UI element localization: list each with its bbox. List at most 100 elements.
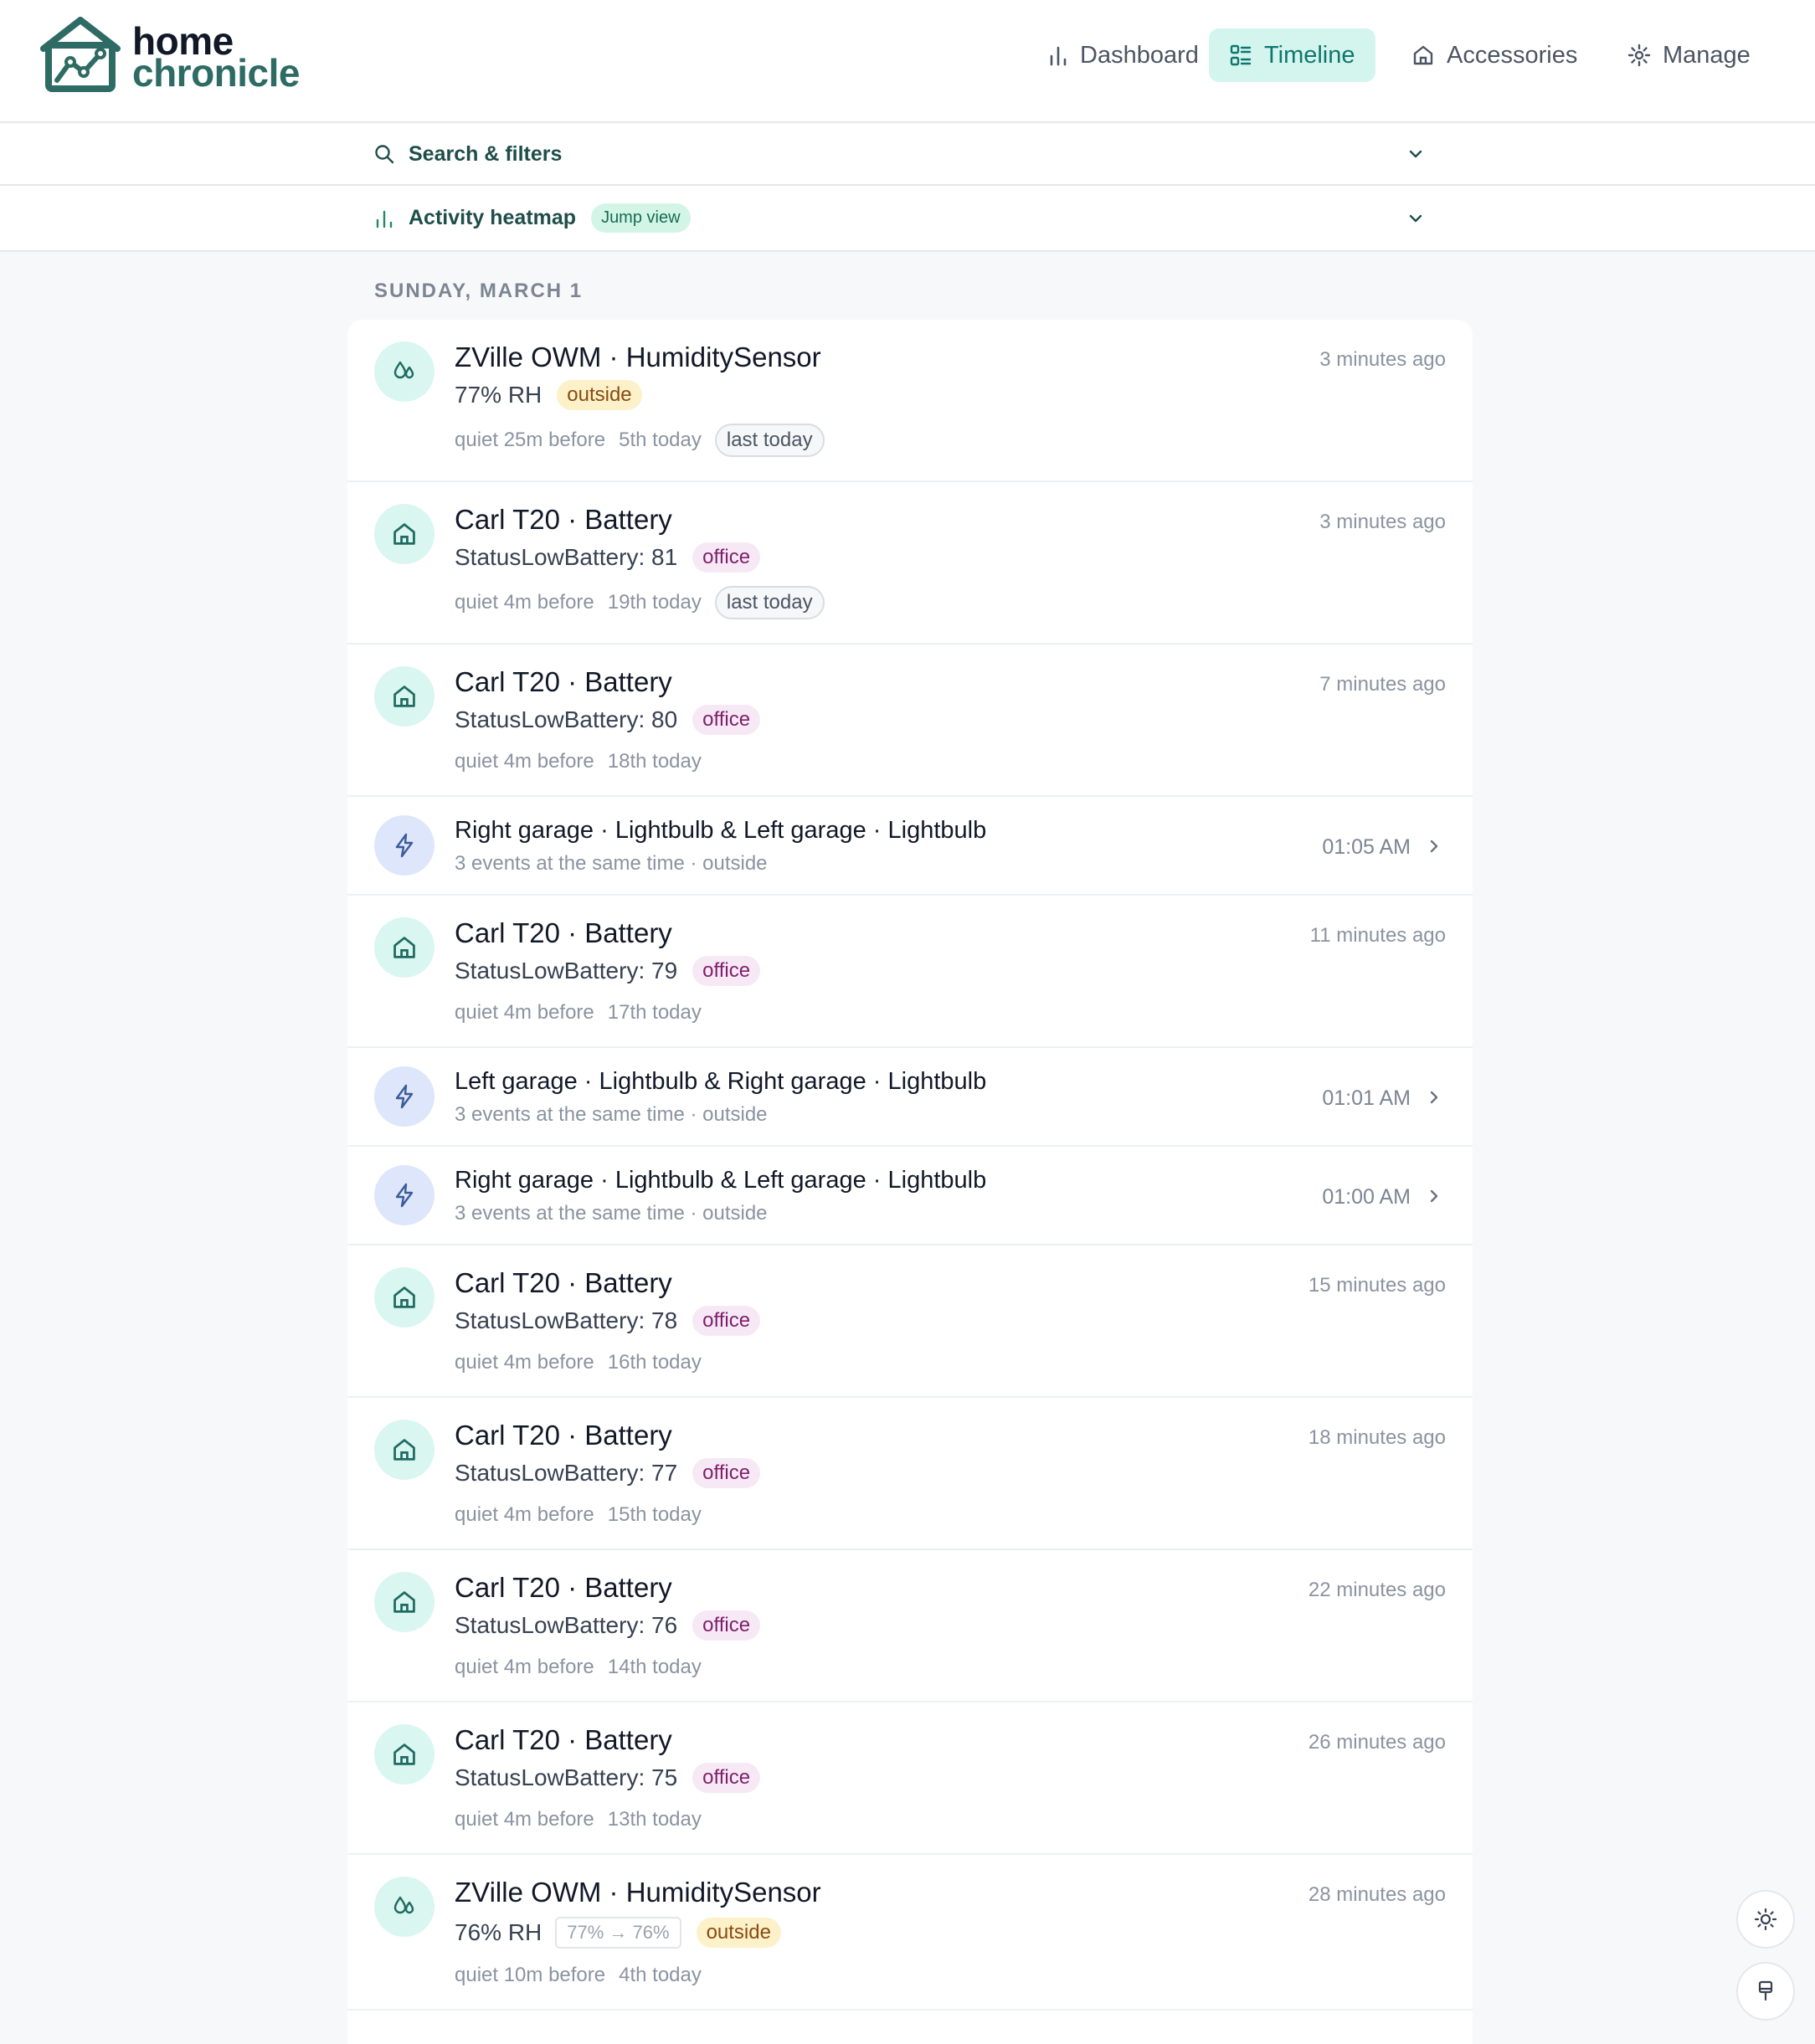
event-value-row: StatusLowBattery: 76 office (455, 1610, 761, 1641)
group-subtitle: 3 events at the same time · outside (455, 1202, 768, 1225)
ordinal-text: 15th today (607, 1503, 702, 1526)
chevron-down-icon (1409, 214, 1422, 222)
brand-line-2: chronicle (132, 51, 301, 95)
event-meta: quiet 4m before 19th today last today (455, 586, 825, 619)
event-value-row: 77% RH outside (455, 380, 642, 410)
last-today-chip: last today (714, 586, 825, 619)
humidity-icon (374, 1877, 434, 1937)
room-tag[interactable]: office (692, 542, 761, 573)
list-item[interactable] (347, 2011, 1473, 2044)
ordinal-text: 13th today (607, 1808, 702, 1831)
value-delta-chip: 77% → 76% (555, 1917, 681, 1949)
list-item[interactable]: ZVille OWM · HumiditySensor 77% RH outsi… (347, 320, 1473, 482)
event-title: Carl T20 · Battery (455, 666, 672, 697)
event-value: StatusLowBattery: 79 (455, 958, 678, 983)
chevron-right-icon (1430, 1189, 1438, 1203)
group-title: Left garage · Lightbulb & Right garage ·… (455, 1068, 987, 1095)
event-title: Carl T20 · Battery (455, 504, 672, 535)
grouped-event-row[interactable]: Left garage · Lightbulb & Right garage ·… (347, 1048, 1473, 1147)
event-value: StatusLowBattery: 77 (455, 1460, 678, 1486)
ordinal-text: 18th today (607, 750, 702, 773)
nav-manage-label: Manage (1663, 41, 1751, 69)
event-time: 22 minutes ago (1308, 1579, 1446, 1601)
event-meta: quiet 4m before 15th today (455, 1503, 702, 1527)
search-icon (375, 145, 394, 164)
sun-icon (1754, 1908, 1777, 1931)
list-item[interactable]: Carl T20 · Battery StatusLowBattery: 81 … (347, 482, 1473, 645)
group-time: 01:00 AM (1322, 1185, 1411, 1209)
list-item[interactable]: ZVille OWM · HumiditySensor 76% RH 77% →… (347, 1855, 1473, 2011)
list-item[interactable]: Carl T20 · Battery StatusLowBattery: 80 … (347, 645, 1473, 797)
search-filters-toggle[interactable]: Search & filters (0, 124, 1815, 186)
timeline-list: ZVille OWM · HumiditySensor 77% RH outsi… (347, 320, 1473, 2044)
ordinal-text: 16th today (607, 1351, 702, 1374)
event-value-row: StatusLowBattery: 81 office (455, 542, 761, 573)
event-meta: quiet 4m before 18th today (455, 750, 702, 773)
ordinal-text: 17th today (607, 1001, 702, 1024)
list-item[interactable]: Carl T20 · Battery StatusLowBattery: 75 … (347, 1702, 1473, 1855)
event-time: 18 minutes ago (1308, 1426, 1446, 1449)
event-time: 3 minutes ago (1319, 511, 1446, 533)
event-meta: quiet 4m before 13th today (455, 1808, 702, 1831)
house-icon (1413, 45, 1433, 65)
event-meta: quiet 4m before 17th today (455, 1001, 702, 1025)
bar-chart-icon (1050, 46, 1067, 66)
event-title: Carl T20 · Battery (455, 1420, 672, 1451)
event-title: Carl T20 · Battery (455, 1267, 672, 1298)
event-value: StatusLowBattery: 81 (455, 544, 678, 570)
grouped-event-row[interactable]: Right garage · Lightbulb & Left garage ·… (347, 797, 1473, 896)
event-value-row: StatusLowBattery: 77 office (455, 1458, 761, 1488)
event-title: ZVille OWM · HumiditySensor (455, 342, 821, 372)
room-tag[interactable]: office (692, 1458, 761, 1488)
day-heading: SUNDAY, MARCH 1 (374, 280, 584, 302)
event-time: 28 minutes ago (1308, 1883, 1446, 1906)
event-title: Carl T20 · Battery (455, 1572, 672, 1603)
event-meta: quiet 4m before 14th today (455, 1656, 702, 1679)
quiet-text: quiet 10m before (455, 1964, 606, 1986)
event-value: 77% RH (455, 382, 542, 408)
top-bar: home chronicle Dashboard Timeline Access… (0, 0, 1815, 123)
event-time: 11 minutes ago (1309, 924, 1446, 947)
list-item[interactable]: Carl T20 · Battery StatusLowBattery: 79 … (347, 896, 1473, 1048)
event-value: StatusLowBattery: 80 (455, 706, 678, 732)
house-icon (374, 917, 434, 978)
event-value: 76% RH (455, 1919, 542, 1945)
nav-dashboard[interactable]: Dashboard (1028, 28, 1219, 82)
list-item[interactable]: Carl T20 · Battery StatusLowBattery: 76 … (347, 1550, 1473, 1702)
lightning-icon (374, 815, 434, 876)
event-value-row: StatusLowBattery: 75 office (455, 1763, 761, 1793)
group-subtitle: 3 events at the same time · outside (455, 852, 768, 875)
event-time: 26 minutes ago (1308, 1731, 1446, 1754)
house-icon (374, 1724, 434, 1785)
room-tag[interactable]: office (692, 1306, 761, 1336)
room-tag[interactable]: office (692, 705, 761, 735)
theme-toggle-button[interactable] (1736, 1890, 1795, 1949)
room-tag[interactable]: office (692, 956, 761, 986)
nav-accessories-label: Accessories (1447, 41, 1578, 69)
ordinal-text: 5th today (619, 429, 702, 451)
main-nav: Dashboard Timeline Accessories Manage (1028, 28, 1782, 82)
group-title: Right garage · Lightbulb & Left garage ·… (455, 817, 987, 844)
room-tag[interactable]: office (692, 1763, 761, 1793)
nav-dashboard-label: Dashboard (1080, 41, 1199, 69)
nav-manage[interactable]: Manage (1607, 28, 1771, 82)
group-subtitle: 3 events at the same time · outside (455, 1103, 768, 1126)
humidity-icon (374, 342, 434, 402)
activity-heatmap-label: Activity heatmap (409, 206, 577, 229)
house-icon (374, 1420, 434, 1480)
nav-timeline[interactable]: Timeline (1209, 28, 1375, 82)
paint-brush-icon (1758, 1980, 1773, 2001)
activity-heatmap-toggle[interactable]: Activity heatmap Jump view (0, 186, 1815, 252)
list-item[interactable]: Carl T20 · Battery StatusLowBattery: 77 … (347, 1398, 1473, 1550)
room-tag[interactable]: outside (557, 380, 642, 410)
customize-button[interactable] (1736, 1962, 1795, 2021)
house-icon (374, 666, 434, 727)
room-tag[interactable]: office (692, 1610, 761, 1641)
jump-view-badge[interactable]: Jump view (591, 203, 691, 233)
app-logo[interactable]: home chronicle (37, 17, 355, 100)
ordinal-text: 19th today (607, 591, 702, 614)
nav-accessories[interactable]: Accessories (1391, 28, 1597, 82)
room-tag[interactable]: outside (696, 1918, 781, 1948)
list-item[interactable]: Carl T20 · Battery StatusLowBattery: 78 … (347, 1245, 1473, 1398)
grouped-event-row[interactable]: Right garage · Lightbulb & Left garage ·… (347, 1147, 1473, 1245)
